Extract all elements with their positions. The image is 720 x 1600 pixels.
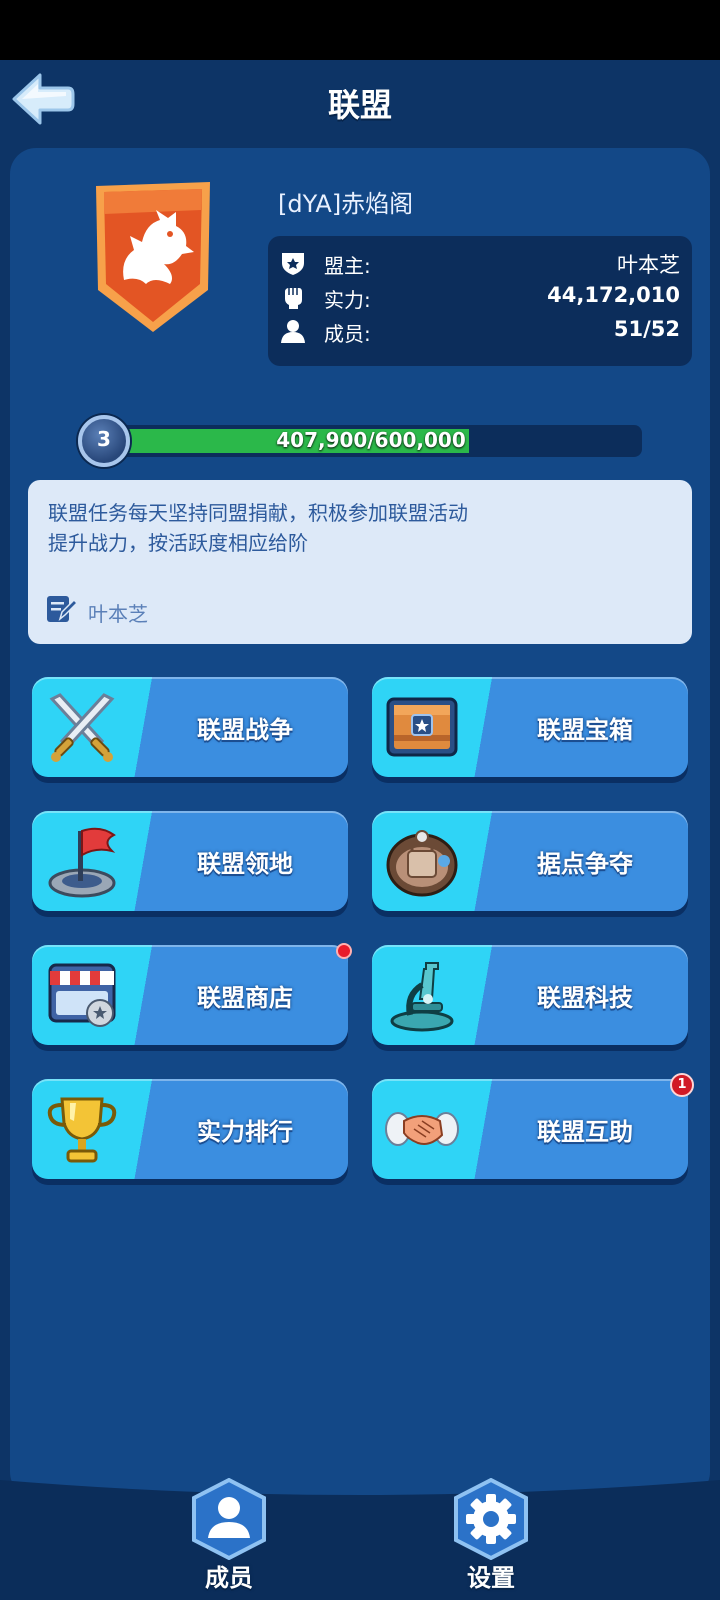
status-bar	[0, 0, 720, 60]
alliance-help-label: 联盟互助	[537, 1118, 633, 1146]
exp-bar-text: 407,900/600,000	[276, 428, 466, 452]
page-title: 联盟	[327, 86, 392, 124]
power-value: 44,172,010	[547, 283, 680, 307]
edit-icon[interactable]	[44, 592, 78, 626]
settings-dock-label: 设置	[467, 1564, 515, 1592]
alliance-chest-label: 联盟宝箱	[537, 716, 633, 744]
alliance-name: [dYA]赤焰阁	[278, 190, 414, 218]
alliance-notice: 联盟任务每天坚持同盟捐献，积极参加联盟活动 提升战力，按活跃度相应给阶 叶本芝	[28, 480, 692, 644]
wolf-emblem-icon	[96, 182, 210, 332]
fortress-icon	[386, 830, 458, 897]
notice-text: 联盟任务每天坚持同盟捐献，积极参加联盟活动 提升战力，按活跃度相应给阶	[48, 501, 468, 555]
alliance-help-button[interactable]: 联盟互助	[372, 1079, 688, 1179]
shield-icon	[282, 253, 304, 275]
alliance-chest-button[interactable]: 联盟宝箱	[372, 677, 688, 777]
power-ranking-button[interactable]: 实力排行	[32, 1079, 348, 1179]
shop-icon	[48, 963, 116, 1027]
alliance-territory-button[interactable]: 联盟领地	[32, 811, 348, 911]
settings-dock-button[interactable]: 设置	[446, 1478, 536, 1594]
top-bar: 联盟	[0, 60, 720, 140]
alliance-territory-label: 联盟领地	[197, 850, 293, 878]
help-count-badge: 1	[670, 1073, 694, 1097]
leader-label: 盟主:	[324, 254, 371, 278]
alliance-war-label: 联盟战争	[197, 716, 293, 744]
members-icon	[192, 1478, 266, 1560]
person-icon	[281, 320, 305, 343]
members-dock-label: 成员	[205, 1564, 253, 1592]
alliance-info-box: 盟主: 叶本芝 实力: 44,172,010 成员: 51/52	[268, 236, 692, 366]
leader-name: 叶本芝	[617, 253, 680, 277]
alliance-shop-button[interactable]: 联盟商店	[32, 945, 348, 1045]
fist-icon	[285, 288, 302, 309]
stronghold-contest-label: 据点争夺	[537, 850, 633, 878]
notice-author: 叶本芝	[88, 602, 148, 626]
power-label: 实力:	[324, 288, 371, 312]
bottom-dock-background	[0, 1480, 720, 1600]
members-dock-button[interactable]: 成员	[184, 1478, 274, 1594]
shop-notification-dot	[336, 943, 352, 959]
flag-icon	[48, 827, 116, 898]
alliance-tech-button[interactable]: 联盟科技	[372, 945, 688, 1045]
alliance-shop-label: 联盟商店	[197, 984, 293, 1012]
alliance-level: 3	[97, 427, 111, 451]
leader-row: 盟主: 叶本芝	[280, 248, 680, 278]
alliance-tech-label: 联盟科技	[537, 984, 633, 1012]
alliance-level-badge: 3	[78, 415, 130, 467]
handshake-icon	[385, 1112, 459, 1146]
stronghold-contest-button[interactable]: 据点争夺	[372, 811, 688, 911]
power-ranking-label: 实力排行	[197, 1118, 293, 1146]
microscope-icon	[390, 962, 454, 1032]
members-label: 成员:	[324, 322, 371, 346]
alliance-exp-bar: 407,900/600,000	[100, 425, 642, 457]
trophy-icon	[47, 1097, 117, 1163]
members-count: 51/52	[613, 317, 680, 341]
crossed-swords-icon	[49, 693, 115, 762]
alliance-war-button[interactable]: 联盟战争	[32, 677, 348, 777]
gear-icon	[454, 1478, 528, 1560]
power-row: 实力: 44,172,010	[280, 282, 680, 312]
chest-icon	[386, 697, 458, 757]
members-row: 成员: 51/52	[280, 316, 680, 346]
